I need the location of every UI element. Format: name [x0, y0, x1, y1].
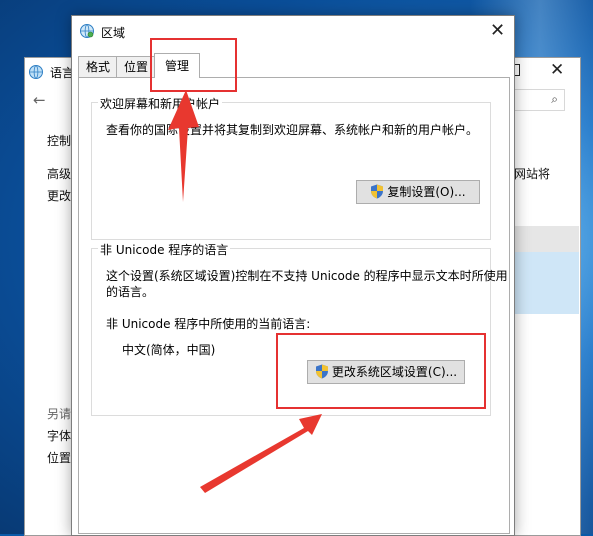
region-dialog-title: 区域 [101, 26, 126, 40]
bg-left-item-change[interactable]: 更改 [47, 187, 71, 204]
close-icon[interactable]: ✕ [490, 20, 505, 41]
non-unicode-description-line1: 这个设置(系统区域设置)控制在不支持 Unicode 的程序中显示文本时所使用 [106, 269, 508, 283]
back-arrow-icon[interactable]: ← [33, 91, 46, 109]
tab-location[interactable]: 位置 [116, 56, 156, 77]
change-system-locale-label: 更改系统区域设置(C)... [331, 365, 458, 379]
bg-left-item-advanced[interactable]: 高级 [47, 165, 71, 182]
search-icon: ⌕ [551, 92, 558, 106]
bg-right-text: 网站将 [514, 167, 551, 181]
close-icon[interactable]: ✕ [550, 60, 564, 80]
bg-left-see-also: 另请 [47, 407, 72, 421]
region-globe-icon [80, 24, 94, 38]
uac-shield-icon [371, 184, 384, 199]
non-unicode-description-line2: 的语言。 [106, 285, 155, 299]
welcome-screen-group: 欢迎屏幕和新用户帐户 查看你的国际设置并将其复制到欢迎屏幕、系统帐户和新的用户帐… [91, 95, 491, 240]
change-system-locale-button[interactable]: 更改系统区域设置(C)... [307, 360, 465, 384]
non-unicode-group: 非 Unicode 程序的语言 这个设置(系统区域设置)控制在不支持 Unico… [91, 241, 508, 416]
tab-formats[interactable]: 格式 [78, 56, 118, 77]
copy-settings-label: 复制设置(O)... [387, 185, 466, 199]
bg-right-selection [513, 252, 579, 314]
copy-settings-button[interactable]: 复制设置(O)... [356, 180, 480, 204]
current-language-value: 中文(简体，中国) [122, 343, 216, 357]
welcome-description: 查看你的国际设置并将其复制到欢迎屏幕、系统帐户和新的用户帐户。 [106, 123, 479, 137]
bg-left-item-fonts[interactable]: 字体 [47, 427, 71, 444]
non-unicode-group-legend: 非 Unicode 程序的语言 [98, 241, 231, 258]
welcome-group-legend: 欢迎屏幕和新用户帐户 [98, 95, 223, 112]
search-input[interactable]: ⌕ [511, 89, 565, 111]
uac-shield-icon [315, 364, 328, 379]
administrative-panel: 欢迎屏幕和新用户帐户 查看你的国际设置并将其复制到欢迎屏幕、系统帐户和新的用户帐… [78, 77, 510, 534]
current-language-label: 非 Unicode 程序中所使用的当前语言: [106, 317, 311, 331]
bg-right-band [513, 226, 579, 252]
globe-icon [29, 65, 43, 79]
region-dialog[interactable]: 区域 ✕ 格式 位置 管理 欢迎屏幕和新用户帐户 查看你的国际设置并将其复制到欢… [71, 15, 515, 536]
region-dialog-titlebar[interactable]: 区域 ✕ [72, 16, 514, 46]
bg-left-item-control[interactable]: 控制 [47, 132, 71, 149]
tab-administrative[interactable]: 管理 [154, 53, 200, 78]
bg-left-item-location[interactable]: 位置 [47, 449, 71, 466]
